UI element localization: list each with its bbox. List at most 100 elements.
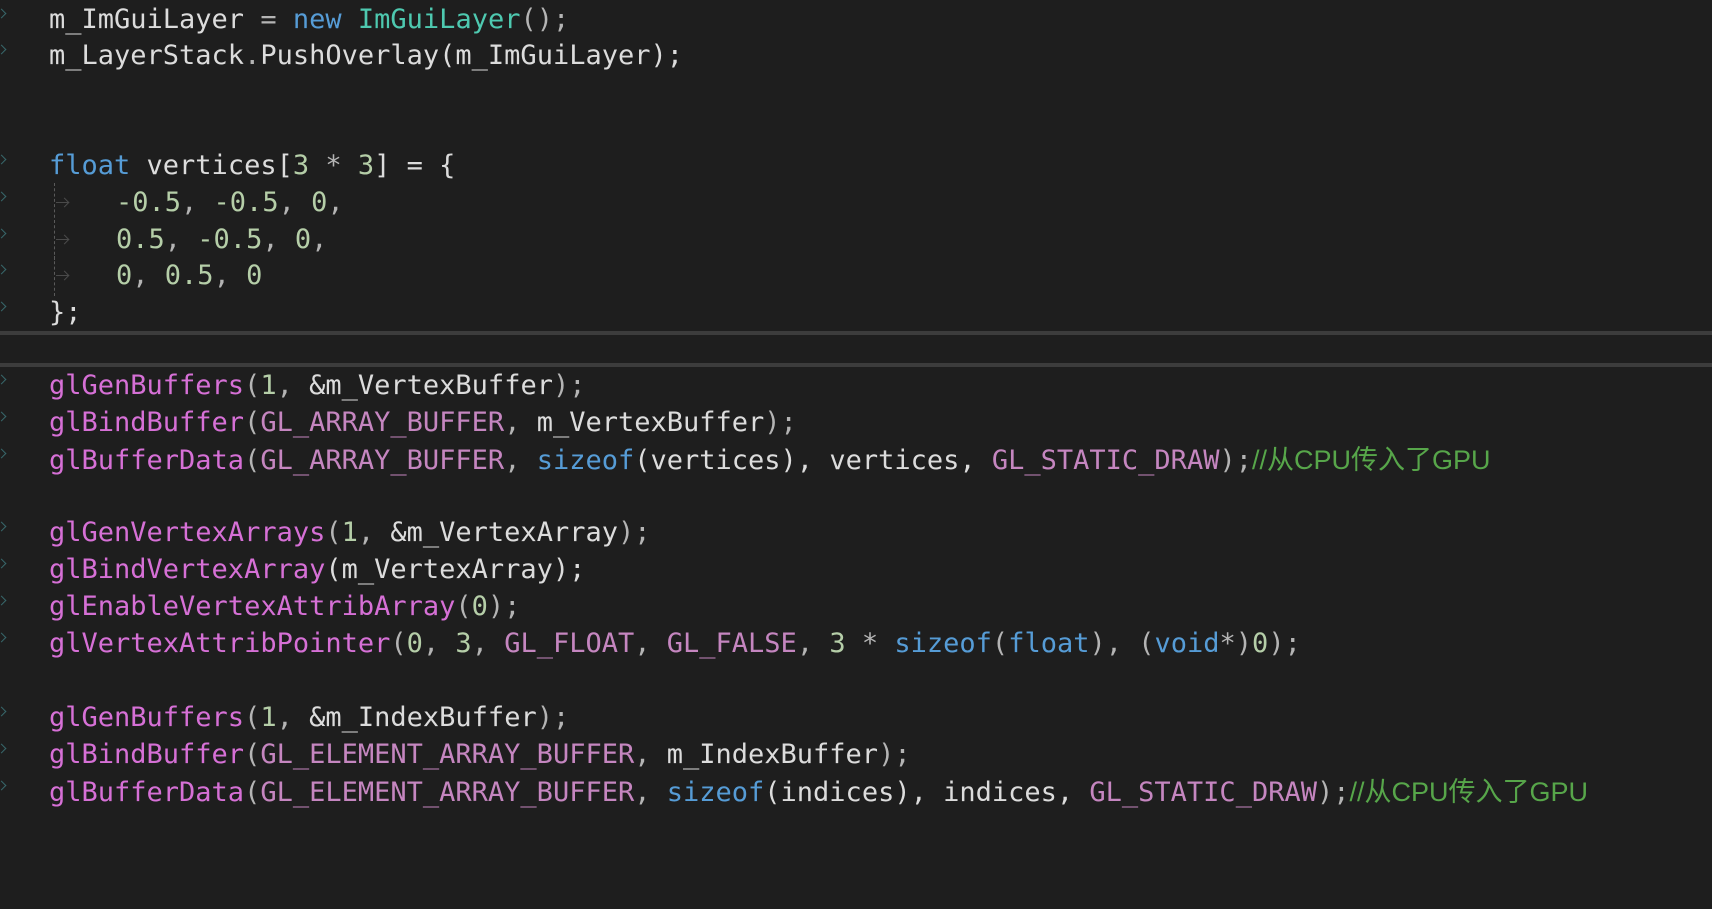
token-op: , xyxy=(504,407,537,438)
code-text: 0, 0.5, 0 xyxy=(116,256,262,296)
token-op: * xyxy=(845,628,895,659)
fold-marker-icon xyxy=(0,698,12,738)
token-op: , xyxy=(504,445,537,476)
code-line[interactable]: glGenVertexArrays(1, &m_VertexArray); xyxy=(0,513,1712,553)
token-op: * xyxy=(309,150,358,181)
code-text: glBindVertexArray(m_VertexArray); xyxy=(49,550,585,590)
code-line[interactable] xyxy=(0,110,1712,150)
chevron-right-icon xyxy=(0,154,7,165)
code-line[interactable]: m_ImGuiLayer = new ImGuiLayer(); xyxy=(0,0,1712,40)
token-num: 0 xyxy=(406,628,423,659)
token-op: ( xyxy=(390,628,407,659)
code-line[interactable]: -0.5, -0.5, 0, xyxy=(0,183,1712,223)
token-kw: new xyxy=(292,4,342,35)
code-line[interactable]: float vertices[3 * 3] = { xyxy=(0,146,1712,186)
fold-marker-icon xyxy=(0,403,12,443)
token-op: ); xyxy=(764,407,797,438)
code-line[interactable]: glGenBuffers(1, &m_VertexBuffer); xyxy=(0,366,1712,406)
token-kw: sizeof xyxy=(536,445,635,476)
token-num: 0 xyxy=(246,260,263,291)
token-id: (indices), indices, xyxy=(764,777,1090,808)
code-text: m_LayerStack.PushOverlay(m_ImGuiLayer); xyxy=(49,36,683,76)
token-id: (m_ImGuiLayer); xyxy=(439,40,683,71)
token-op: ( xyxy=(244,777,261,808)
code-line[interactable]: glBindBuffer(GL_ELEMENT_ARRAY_BUFFER, m_… xyxy=(0,735,1712,775)
code-text: glGenVertexArrays(1, &m_VertexArray); xyxy=(49,513,650,553)
token-op: , xyxy=(164,224,198,255)
token-op: ( xyxy=(244,407,261,438)
token-op: , xyxy=(327,187,344,218)
token-op: ( xyxy=(325,517,342,548)
token-kw: float xyxy=(49,150,131,181)
token-num: -0.5 xyxy=(116,187,182,218)
token-op: ); xyxy=(1219,445,1252,476)
code-line[interactable]: glVertexAttribPointer(0, 3, GL_FLOAT, GL… xyxy=(0,624,1712,664)
token-num: 3 xyxy=(455,628,472,659)
token-num: -0.5 xyxy=(197,224,263,255)
token-op: (); xyxy=(520,4,570,35)
tab-whitespace-icon xyxy=(56,239,68,240)
fold-marker-icon xyxy=(0,146,12,186)
code-line[interactable]: glGenBuffers(1, &m_IndexBuffer); xyxy=(0,698,1712,738)
token-op: , xyxy=(471,628,505,659)
code-line[interactable]: glEnableVertexAttribArray(0); xyxy=(0,587,1712,627)
fold-marker-icon xyxy=(0,440,12,480)
code-line[interactable] xyxy=(0,73,1712,113)
chevron-right-icon xyxy=(0,301,7,312)
token-op: , xyxy=(357,517,391,548)
code-text: -0.5, -0.5, 0, xyxy=(116,183,344,223)
token-id: ] = { xyxy=(374,150,456,181)
code-line[interactable]: }; xyxy=(0,293,1712,333)
token-mac: GL_ELEMENT_ARRAY_BUFFER xyxy=(260,777,635,808)
code-line[interactable]: glBindBuffer(GL_ARRAY_BUFFER, m_VertexBu… xyxy=(0,403,1712,443)
token-num: 3 xyxy=(357,150,375,181)
token-num: 1 xyxy=(341,517,358,548)
fold-marker-icon xyxy=(0,513,12,553)
token-id: &m_IndexBuffer xyxy=(309,702,537,733)
chevron-right-icon xyxy=(0,8,7,19)
token-op: , xyxy=(181,187,214,218)
chevron-right-icon xyxy=(0,374,7,385)
token-op: ); xyxy=(1268,628,1301,659)
token-op: , xyxy=(276,370,310,401)
token-id: m_IndexBuffer xyxy=(666,739,879,770)
chevron-right-icon xyxy=(0,411,7,422)
fold-marker-icon xyxy=(0,624,12,664)
indent-guide xyxy=(54,220,55,260)
token-op: ); xyxy=(1316,777,1350,808)
token-op: ); xyxy=(487,591,521,622)
code-line[interactable] xyxy=(0,661,1712,701)
token-num: 0 xyxy=(116,260,133,291)
token-op: ); xyxy=(552,370,586,401)
code-line[interactable]: 0, 0.5, 0 xyxy=(0,256,1712,296)
code-text: glBindBuffer(GL_ELEMENT_ARRAY_BUFFER, m_… xyxy=(49,735,911,775)
token-op: ( xyxy=(244,702,261,733)
token-id: m_ImGuiLayer xyxy=(49,4,245,35)
code-line[interactable]: glBufferData(GL_ARRAY_BUFFER, sizeof(ver… xyxy=(0,440,1712,480)
token-id: m_LayerStack xyxy=(49,40,245,71)
token-mac: GL_STATIC_DRAW xyxy=(991,445,1220,476)
chevron-right-icon xyxy=(0,448,7,459)
code-line[interactable]: glBufferData(GL_ELEMENT_ARRAY_BUFFER, si… xyxy=(0,772,1712,812)
token-op: , xyxy=(262,224,295,255)
code-text: m_ImGuiLayer = new ImGuiLayer(); xyxy=(49,0,569,40)
code-line[interactable] xyxy=(0,477,1712,517)
token-cm: //从CPU传入了GPU xyxy=(1349,777,1589,807)
token-cm: //从CPU传入了GPU xyxy=(1251,445,1491,475)
token-op: = xyxy=(244,4,293,35)
chevron-right-icon xyxy=(0,780,7,791)
chevron-right-icon xyxy=(0,44,7,55)
token-fn: glBindBuffer xyxy=(49,739,245,770)
token-num: 1 xyxy=(260,370,277,401)
code-line[interactable]: m_LayerStack.PushOverlay(m_ImGuiLayer); xyxy=(0,36,1712,76)
code-text: glEnableVertexAttribArray(0); xyxy=(49,587,520,627)
code-line[interactable]: glBindVertexArray(m_VertexArray); xyxy=(0,550,1712,590)
token-op: , xyxy=(311,224,328,255)
fold-marker-icon xyxy=(0,366,12,406)
token-num: 0 xyxy=(311,187,328,218)
code-editor[interactable]: m_ImGuiLayer = new ImGuiLayer(); m_LayerS… xyxy=(0,0,1712,909)
fold-marker-icon xyxy=(0,0,12,40)
chevron-right-icon xyxy=(0,595,7,606)
token-num: 3 xyxy=(292,150,310,181)
code-line[interactable]: 0.5, -0.5, 0, xyxy=(0,220,1712,260)
